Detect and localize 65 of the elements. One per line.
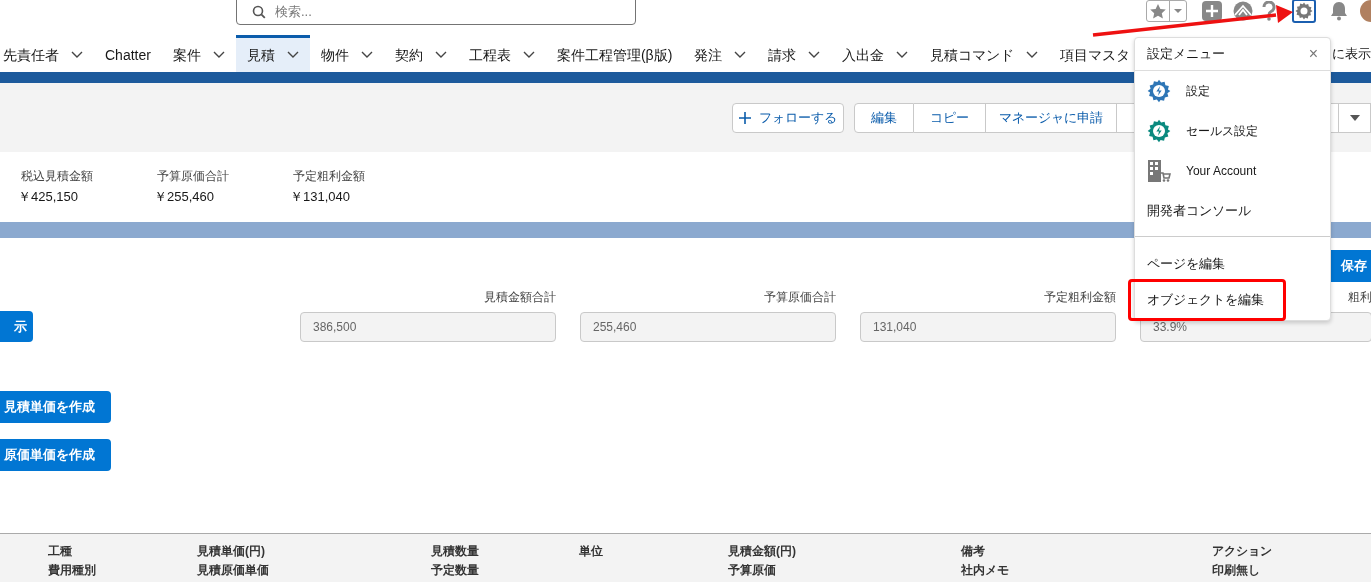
follow-button[interactable]: フォローする: [732, 102, 844, 133]
column-header: 見積単価(円): [197, 543, 266, 560]
action-button[interactable]: コピー: [914, 102, 986, 133]
settings-button[interactable]: [1292, 0, 1316, 23]
column-header: 工種: [48, 543, 73, 560]
field-label: 予定粗利金額: [1044, 289, 1116, 306]
menu-title: 設定メニュー: [1147, 45, 1225, 64]
column-header: 見積数量: [431, 543, 479, 560]
highlight-label: 税込見積金額: [21, 168, 94, 185]
plus-icon: [739, 111, 751, 124]
highlight-label: 予定粗利金額: [293, 168, 366, 185]
menu-item[interactable]: ページを編集: [1135, 246, 1330, 282]
nav-tab[interactable]: 見積コマンド: [919, 35, 1050, 72]
search-icon: [252, 5, 266, 19]
column-header: 社内メモ: [961, 562, 1009, 579]
highlight-value: ￥131,040: [290, 188, 351, 206]
readonly-field[interactable]: 386,500: [300, 312, 556, 342]
favorites-button[interactable]: [1146, 0, 1187, 22]
field-label: 予算原価合計: [764, 289, 836, 306]
trailhead-icon[interactable]: [1232, 1, 1254, 21]
create-button[interactable]: 原価単価を作成: [0, 439, 111, 471]
column-header: アクション: [1212, 543, 1272, 560]
show-button[interactable]: 示: [0, 311, 33, 342]
menu-item[interactable]: 開発者コンソール: [1135, 191, 1330, 231]
readonly-field[interactable]: 131,040: [860, 312, 1116, 342]
more-actions-button[interactable]: [1339, 102, 1371, 133]
nav-tab[interactable]: 物件: [309, 35, 384, 72]
menu-item[interactable]: Your Account: [1135, 151, 1330, 191]
nav-tab[interactable]: 案件: [161, 35, 236, 72]
nav-tab[interactable]: 工程表: [457, 35, 546, 72]
menu-item[interactable]: セールス設定: [1135, 111, 1330, 151]
column-header: 備考: [961, 543, 986, 560]
readonly-field[interactable]: 255,460: [580, 312, 836, 342]
search-field[interactable]: 検索...: [236, 0, 636, 25]
close-button[interactable]: ×: [1308, 42, 1318, 66]
field-label: 見積金額合計: [484, 289, 556, 306]
highlight-value: ￥425,150: [18, 188, 79, 206]
add-icon[interactable]: [1202, 1, 1222, 21]
nav-tab[interactable]: 入出金: [831, 35, 920, 72]
caret-icon: [1349, 114, 1360, 121]
menu-item[interactable]: 設定: [1135, 71, 1330, 111]
highlight-value: ￥255,460: [154, 188, 215, 206]
column-header: 見積原価単価: [197, 562, 269, 579]
bell-icon[interactable]: [1330, 1, 1348, 21]
column-header: 見積金額(円): [728, 543, 796, 560]
highlight-label: 予算原価合計: [157, 168, 230, 185]
column-header: 費用種別: [48, 562, 96, 579]
column-header: 印刷無し: [1212, 562, 1261, 579]
nav-tab[interactable]: 見積: [235, 35, 310, 72]
building-cart-icon: [1147, 160, 1171, 182]
nav-tab[interactable]: Chatter: [94, 35, 162, 72]
action-button[interactable]: 編集: [854, 102, 914, 133]
create-button[interactable]: 見積単価を作成: [0, 391, 111, 423]
field-label: 粗利: [1348, 289, 1371, 306]
nav-tab[interactable]: 請求: [757, 35, 832, 72]
action-button[interactable]: マネージャに申請: [986, 102, 1117, 133]
column-header: 予算原価: [728, 562, 777, 579]
nav-tab[interactable]: 契約: [383, 35, 458, 72]
column-header: 単位: [579, 543, 603, 560]
nav-tab[interactable]: 発注: [683, 35, 758, 72]
more-tab[interactable]: に表示: [1332, 35, 1371, 72]
nav-tab[interactable]: 案件工程管理(β版): [545, 35, 684, 72]
column-header: 予定数量: [431, 562, 479, 579]
help-icon[interactable]: [1262, 1, 1276, 21]
nav-tab[interactable]: 先責任者: [0, 35, 94, 72]
